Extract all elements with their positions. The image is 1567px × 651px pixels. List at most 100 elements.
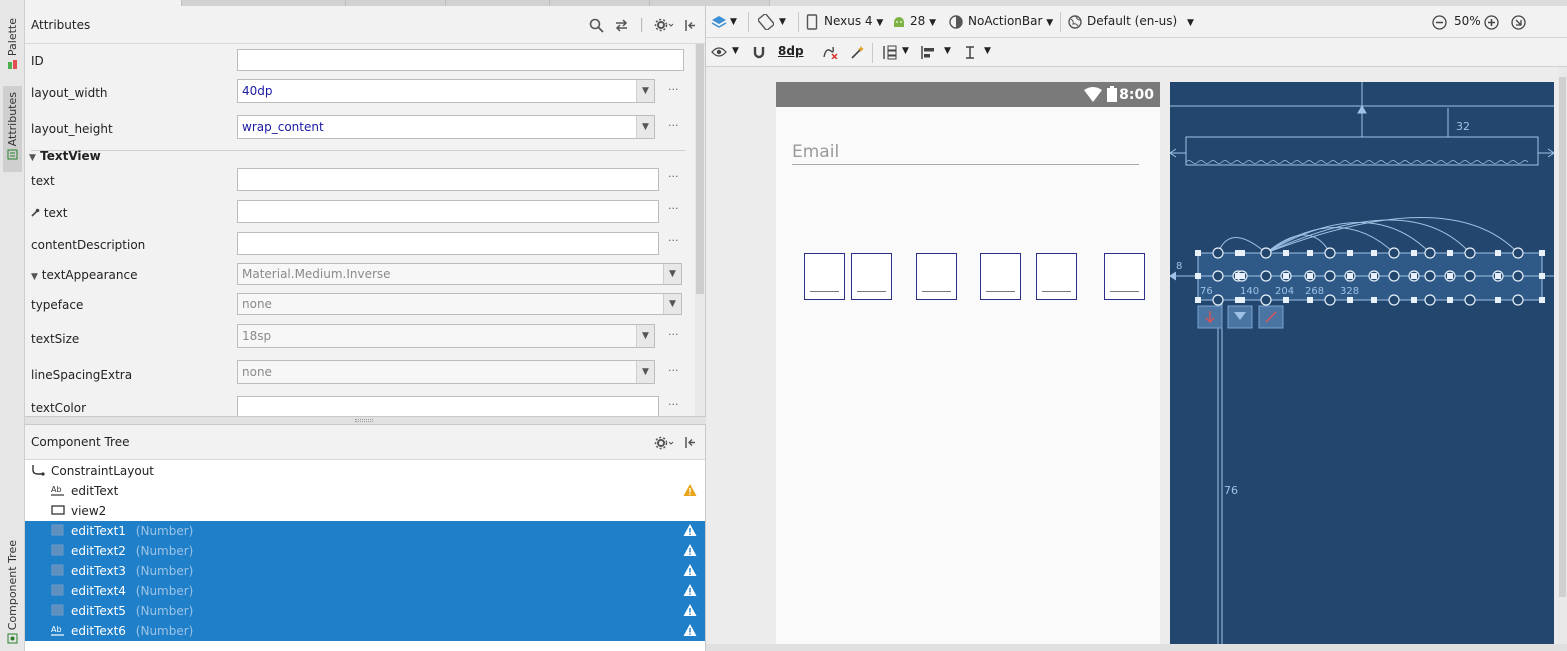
gear-icon[interactable] [654, 18, 674, 32]
chevron-down-icon[interactable]: ▼ [779, 17, 786, 27]
scrollbar-thumb[interactable] [1559, 77, 1566, 597]
number-edit-text[interactable] [804, 253, 845, 300]
text-field[interactable] [237, 168, 659, 191]
layout-width-select[interactable]: 40dp ▼ [237, 79, 655, 103]
attr-row-text-appearance: ▼ textAppearance Material.Medium.Inverse… [25, 262, 695, 292]
tree-item[interactable]: editText1 (Number) [25, 521, 705, 541]
device-select[interactable]: Nexus 4 ▼ [824, 14, 883, 28]
tree-item-label: editText [71, 484, 119, 498]
chevron-down-icon: ▼ [636, 325, 654, 347]
text-color-field[interactable] [237, 396, 659, 416]
number-edit-text[interactable] [1104, 253, 1145, 300]
id-field[interactable] [237, 49, 684, 71]
number-edit-text[interactable] [916, 253, 957, 300]
orientation-icon[interactable] [758, 14, 774, 30]
resize-handle [1411, 297, 1417, 303]
number-edit-text[interactable] [1036, 253, 1077, 300]
hide-panel-icon[interactable] [684, 19, 697, 32]
constraint-handle [1512, 270, 1524, 282]
tree-item[interactable]: view2 [25, 501, 705, 521]
chevron-down-icon[interactable]: ▼ [984, 46, 991, 56]
text-size-select[interactable]: 18sp ▼ [237, 324, 655, 348]
chevron-down-icon[interactable]: ▼ [730, 17, 737, 27]
constraint-handle [1212, 247, 1224, 259]
pack-icon[interactable] [882, 45, 898, 60]
text-size-more-button[interactable]: ··· [668, 328, 679, 341]
number-edit-text[interactable] [980, 253, 1021, 300]
number-edit-text[interactable] [851, 253, 892, 300]
text-more-button[interactable]: ··· [668, 170, 679, 183]
attributes-scrollbar[interactable] [695, 44, 705, 416]
constraint-handle [1260, 247, 1272, 259]
zoom-fit-icon[interactable] [1511, 15, 1526, 30]
chevron-down-icon[interactable]: ▼ [902, 46, 909, 56]
text-tools-field[interactable] [237, 200, 659, 223]
text-color-more-button[interactable]: ··· [668, 398, 679, 411]
tree-item[interactable]: Ab editText6 (Number) [25, 621, 705, 641]
tree-item[interactable]: editText5 (Number) [25, 601, 705, 621]
chevron-down-icon[interactable]: ▼ [732, 46, 739, 56]
chevron-down-icon[interactable]: ▼ [944, 46, 951, 56]
magnet-icon[interactable] [752, 45, 766, 59]
warning-icon[interactable] [683, 543, 697, 557]
status-bar: 8:00 [776, 82, 1160, 107]
zoom-out-icon[interactable] [1432, 15, 1447, 30]
tree-item[interactable]: Ab editText [25, 481, 705, 501]
content-description-more-button[interactable]: ··· [668, 234, 679, 247]
content-description-field[interactable] [237, 232, 659, 255]
eye-icon[interactable] [711, 46, 727, 58]
line-spacing-select[interactable]: none ▼ [237, 360, 655, 384]
tree-item-label: ConstraintLayout [51, 464, 155, 478]
line-spacing-more-button[interactable]: ··· [668, 364, 679, 377]
hide-panel-icon[interactable] [684, 436, 697, 449]
panel-splitter[interactable] [25, 416, 706, 425]
layout-height-more-button[interactable]: ··· [668, 119, 679, 132]
blueprint-view[interactable]: 32 8 76 140 204 268 328 76 [1170, 82, 1554, 651]
typeface-select[interactable]: none ▼ [237, 293, 682, 315]
tree-item[interactable]: editText4 (Number) [25, 581, 705, 601]
component-tree-tab[interactable]: Component Tree [3, 540, 22, 644]
zoom-in-icon[interactable] [1484, 15, 1499, 30]
email-edit-text[interactable]: Email [792, 142, 839, 162]
text-appearance-select[interactable]: Material.Medium.Inverse ▼ [237, 263, 682, 285]
scrollbar-thumb[interactable] [696, 44, 704, 294]
infer-constraints-icon[interactable] [850, 45, 865, 60]
tree-item[interactable]: editText3 (Number) [25, 561, 705, 581]
device-icon [806, 14, 818, 30]
guidelines-icon[interactable] [964, 45, 976, 60]
textview-section-header[interactable]: ▼ TextView [29, 149, 101, 163]
warning-icon[interactable] [683, 483, 697, 497]
chevron-down-icon: ▼ [31, 272, 38, 282]
clear-constraints-icon[interactable] [822, 45, 838, 59]
canvas-vertical-scrollbar[interactable] [1558, 67, 1567, 644]
attr-row-text-size: textSize 18sp ▼ ··· [25, 322, 695, 352]
default-margin-select[interactable]: 8dp [778, 44, 804, 58]
warning-icon[interactable] [683, 563, 697, 577]
warning-icon[interactable] [683, 623, 697, 637]
splitter-grip[interactable] [355, 419, 373, 422]
gear-icon[interactable] [654, 436, 674, 450]
swap-icon[interactable] [614, 18, 629, 32]
api-level-select[interactable]: 28 ▼ [910, 14, 936, 28]
design-preview[interactable]: 8:00 Email [776, 82, 1160, 651]
warning-icon[interactable] [683, 523, 697, 537]
layers-icon[interactable] [711, 14, 727, 30]
palette-tab[interactable]: Palette [3, 18, 22, 70]
text-tools-more-button[interactable]: ··· [668, 202, 679, 215]
resize-handle [1371, 273, 1377, 279]
locale-select[interactable]: Default (en-us) ▼ [1087, 14, 1194, 28]
search-icon[interactable] [589, 18, 604, 33]
canvas-horizontal-scrollbar[interactable] [706, 644, 1567, 651]
tree-item[interactable]: editText2 (Number) [25, 541, 705, 561]
warning-icon[interactable] [683, 583, 697, 597]
design-canvas[interactable]: 8:00 Email 32 8 76 140 204 268 328 76 [706, 67, 1567, 651]
constraint-handle [1388, 294, 1400, 306]
resize-handle [1307, 273, 1313, 279]
theme-select[interactable]: NoActionBar ▼ [968, 14, 1053, 28]
tree-item[interactable]: ConstraintLayout [25, 461, 705, 481]
layout-width-more-button[interactable]: ··· [668, 83, 679, 96]
layout-height-select[interactable]: wrap_content ▼ [237, 115, 655, 139]
warning-icon[interactable] [683, 603, 697, 617]
attributes-tab[interactable]: Attributes [3, 86, 22, 172]
align-icon[interactable] [920, 45, 936, 60]
